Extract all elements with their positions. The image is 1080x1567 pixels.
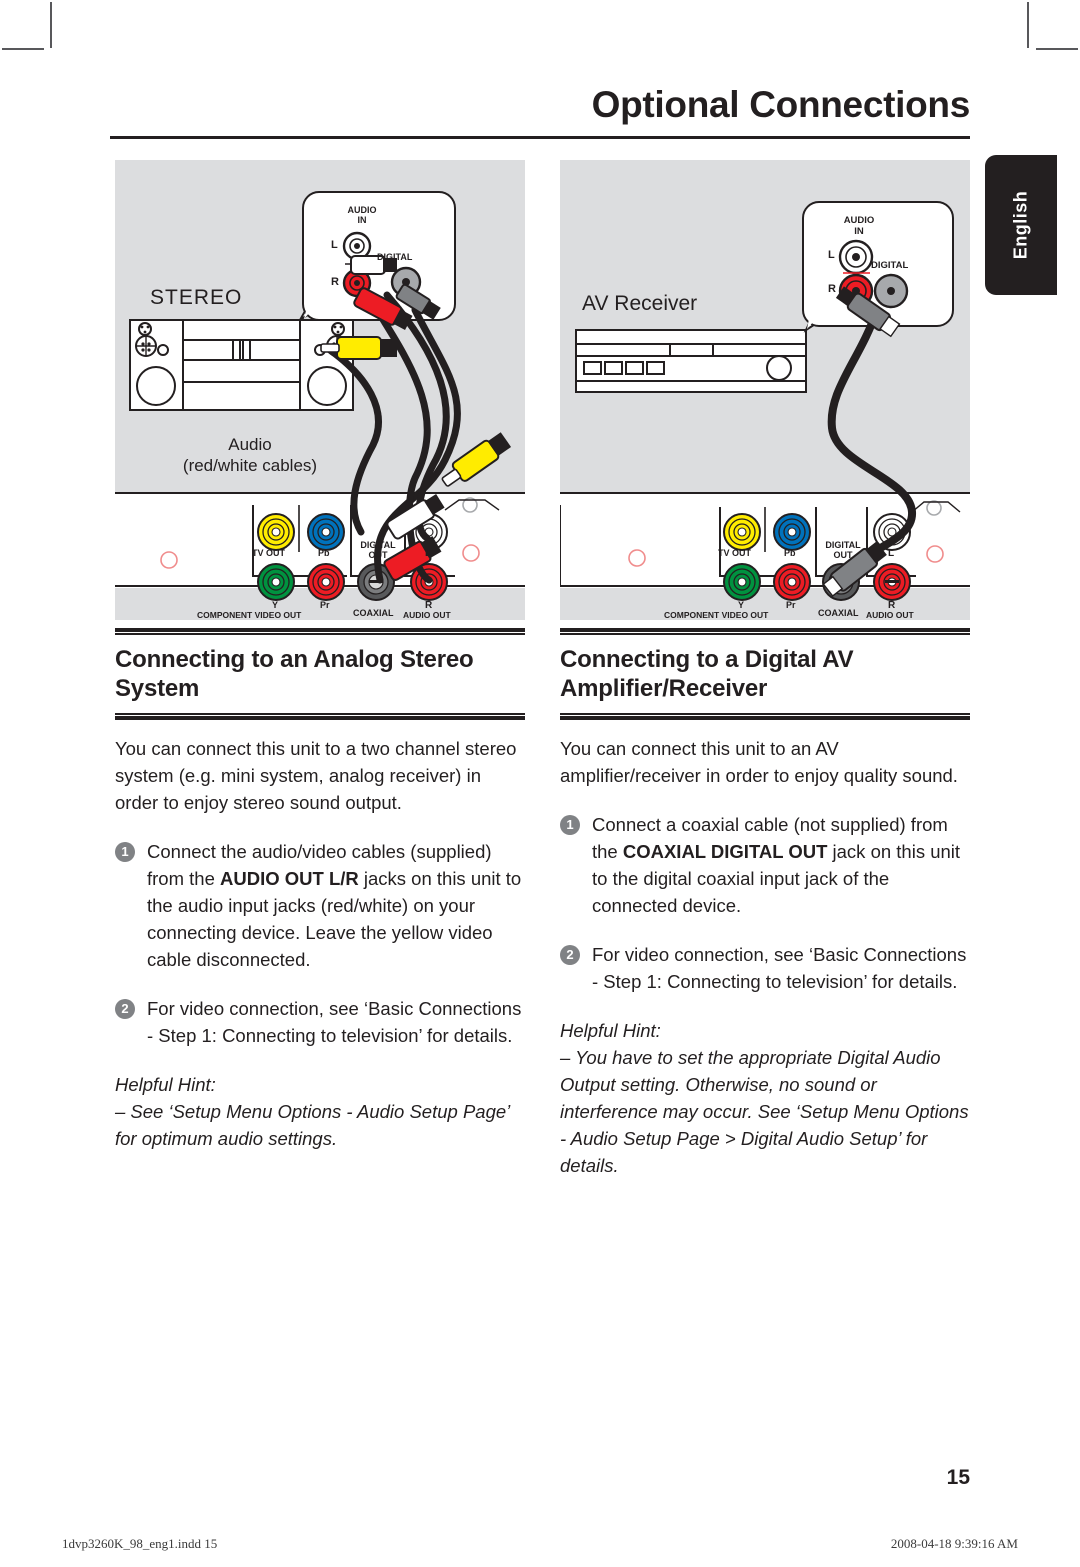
step-number-badge: 1 [115, 842, 135, 862]
body-digital-av: You can connect this unit to an AV ampli… [560, 735, 970, 1179]
figure-analog-stereo-connection: STEREO Audio (red/white cables) AUDIO IN… [115, 160, 525, 620]
figure-left-callout-digital: DIGITAL [377, 252, 413, 262]
figure-right-panel-pb: Pb [784, 548, 796, 558]
crop-mark-top-right-vertical [1027, 2, 1029, 48]
body-analog-stereo: You can connect this unit to a two chann… [115, 735, 525, 1152]
step2-text: For video connection, see ‘Basic Connect… [147, 998, 522, 1046]
callout-audio-label: AUDIO [843, 215, 875, 226]
section-rule-top [560, 628, 970, 635]
crop-mark-top-right-horizontal [1036, 48, 1078, 50]
helpful-hint-body: – See ‘Setup Menu Options - Audio Setup … [115, 1101, 510, 1149]
figure-digital-av-artwork [560, 201, 970, 601]
section-heading-analog: Connecting to an Analog Stereo System [115, 646, 474, 702]
figure-digital-av-connection: AV Receiver AUDIO IN L R DIGITAL TV OUT … [560, 160, 970, 620]
figure-left-callout-r: R [331, 276, 339, 288]
section-analog-stereo: Connecting to an Analog Stereo System [115, 628, 525, 720]
figure-left-panel-coaxial: COAXIAL [353, 608, 394, 618]
figure-left-cable-label-line1: Audio [228, 435, 272, 454]
callout-audio-label: AUDIO [347, 205, 377, 215]
step-item: 1 Connect a coaxial cable (not supplied)… [560, 811, 970, 919]
section-rule-top [115, 628, 525, 635]
figure-left-panel-digitalout: DIGITAL OUT [355, 540, 401, 560]
figure-right-panel-tvout: TV OUT [718, 548, 751, 558]
step-item: 2 For video connection, see ‘Basic Conne… [115, 995, 525, 1049]
figure-left-panel-tvout: TV OUT [252, 548, 285, 558]
section-rule-bottom [115, 712, 525, 720]
page-title-rule [110, 136, 970, 140]
helpful-hint-title: Helpful Hint: [115, 1074, 216, 1095]
footer-timestamp: 2008-04-18 9:39:16 AM [890, 1536, 1018, 1551]
figure-right-device-label: AV Receiver [582, 292, 698, 315]
step-item: 2 For video connection, see ‘Basic Conne… [560, 941, 970, 995]
figure-left-panel-y: Y [272, 600, 279, 610]
column-analog-stereo: STEREO Audio (red/white cables) AUDIO IN… [115, 160, 525, 1152]
helpful-hint-body: – You have to set the appropriate Digita… [560, 1047, 969, 1176]
crop-mark-top-left-vertical [50, 2, 52, 48]
figure-left-cable-label: Audio (red/white cables) [115, 434, 385, 476]
figure-left-callout-title: AUDIO IN [332, 205, 392, 225]
language-tab: English [985, 155, 1057, 295]
digital-out-line2: OUT [833, 550, 853, 560]
step2-text: For video connection, see ‘Basic Connect… [592, 944, 967, 992]
digital-out-line1: DIGITAL [825, 540, 861, 550]
figure-left-device-label: STEREO [150, 286, 243, 309]
step-number-badge: 2 [560, 945, 580, 965]
figure-left-panel-pb: Pb [318, 548, 330, 558]
step-item: 1 Connect the audio/video cables (suppli… [115, 838, 525, 973]
figure-left-panel-component: COMPONENT VIDEO OUT [197, 610, 302, 620]
crop-mark-top-left-horizontal [2, 48, 44, 50]
section-digital-av: Connecting to a Digital AV Amplifier/Rec… [560, 628, 970, 720]
intro-paragraph: You can connect this unit to an AV ampli… [560, 738, 958, 786]
figure-left-cable-label-line2: (red/white cables) [182, 456, 318, 475]
digital-out-line2: OUT [368, 550, 388, 560]
figure-right-panel-audio-l: L [888, 548, 895, 559]
figure-right-callout-r: R [828, 283, 836, 295]
figure-right-callout-l: L [828, 249, 835, 261]
language-tab-label: English [1010, 190, 1031, 260]
figure-right-panel-audioout: AUDIO OUT [866, 610, 914, 620]
helpful-hint-title: Helpful Hint: [560, 1020, 661, 1041]
digital-out-line1: DIGITAL [360, 540, 396, 550]
figure-right-callout-digital: DIGITAL [871, 260, 909, 271]
callout-in-label: IN [854, 226, 864, 237]
step1-bold-term: AUDIO OUT L/R [220, 868, 359, 889]
figure-right-callout-title: AUDIO IN [828, 215, 890, 237]
section-rule-bottom [560, 712, 970, 720]
figure-right-panel-y: Y [738, 600, 745, 610]
step-number-badge: 1 [560, 815, 580, 835]
step-number-badge: 2 [115, 999, 135, 1019]
figure-right-panel-pr: Pr [786, 600, 796, 610]
page-number: 15 [946, 1466, 970, 1489]
callout-in-label: IN [357, 215, 367, 225]
figure-right-panel-component: COMPONENT VIDEO OUT [664, 610, 769, 620]
footer-filename: 1dvp3260K_98_eng1.indd 15 [62, 1536, 218, 1551]
figure-right-panel-coaxial: COAXIAL [818, 608, 859, 618]
page-title: Optional Connections [591, 84, 971, 125]
figure-left-panel-audioout: AUDIO OUT [403, 610, 451, 620]
figure-left-panel-audio-l: L [425, 548, 432, 559]
intro-paragraph: You can connect this unit to a two chann… [115, 738, 517, 813]
figure-left-callout-l: L [331, 239, 338, 251]
figure-right-panel-digitalout: DIGITAL OUT [820, 540, 866, 560]
step1-bold-term: COAXIAL DIGITAL OUT [622, 841, 828, 862]
section-heading-digital: Connecting to a Digital AV Amplifier/Rec… [560, 646, 854, 702]
figure-left-panel-pr: Pr [320, 600, 330, 610]
column-digital-av: AV Receiver AUDIO IN L R DIGITAL TV OUT … [560, 160, 970, 1179]
